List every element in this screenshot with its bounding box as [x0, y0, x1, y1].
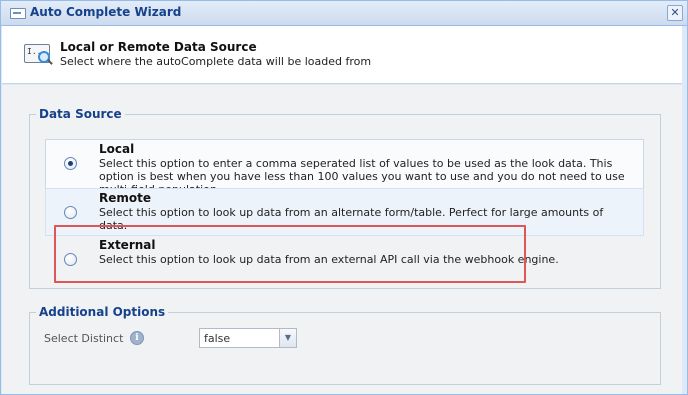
select-distinct-value: false	[204, 332, 231, 345]
select-distinct-dropdown[interactable]: false ▼	[199, 328, 297, 348]
radio-remote[interactable]	[64, 206, 77, 219]
window-icon	[10, 8, 26, 19]
dropdown-arrow-icon[interactable]: ▼	[279, 329, 296, 347]
info-icon[interactable]: i	[130, 331, 144, 345]
highlight-box	[54, 225, 526, 283]
data-source-legend: Data Source	[39, 107, 122, 121]
title-bar[interactable]: Auto Complete Wizard ✕	[1, 1, 687, 26]
additional-options-legend: Additional Options	[39, 305, 166, 319]
header-subtitle: Select where the autoComplete data will …	[60, 55, 372, 68]
wizard-window: Auto Complete Wizard ✕ I... Local or Rem…	[0, 0, 688, 395]
option-local-title: Local	[99, 142, 135, 156]
header-title: Local or Remote Data Source	[60, 40, 257, 54]
wizard-header: I... Local or Remote Data Source Select …	[2, 26, 682, 84]
select-distinct-label: Select Distinct	[44, 332, 124, 345]
option-remote-title: Remote	[99, 191, 152, 205]
radio-local[interactable]	[64, 157, 77, 170]
close-button[interactable]: ✕	[667, 5, 683, 21]
window-title: Auto Complete Wizard	[30, 5, 182, 19]
option-local[interactable]: Local Select this option to enter a comm…	[45, 139, 644, 196]
additional-options-fieldset: Additional Options	[29, 305, 661, 385]
data-source-search-icon: I...	[24, 44, 53, 65]
